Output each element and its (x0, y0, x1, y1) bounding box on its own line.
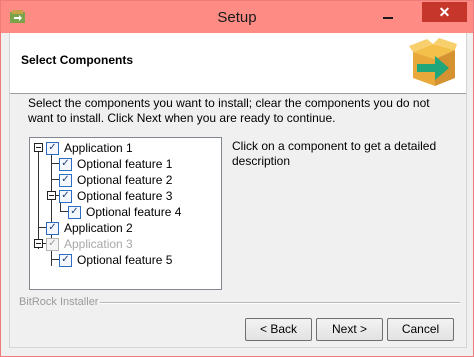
tree-item-optional-feature-3[interactable]: ✓ Optional feature 3 (59, 188, 172, 204)
tree-item-optional-feature-5[interactable]: ✓ Optional feature 5 (59, 252, 172, 268)
tree-item-label: Optional feature 1 (77, 157, 173, 171)
tree-item-label: Optional feature 2 (77, 173, 173, 187)
title-bar[interactable]: Setup ✕ (1, 1, 473, 33)
footer-separator (100, 302, 460, 304)
tree-item-application-2[interactable]: ✓ Application 2 (46, 220, 133, 236)
tree-item-label: Optional feature 3 (77, 189, 173, 203)
tree-item-application-3: ✓ Application 3 (46, 236, 133, 252)
collapse-toggle-icon[interactable] (34, 239, 43, 248)
component-description: Click on a component to get a detailed d… (232, 139, 437, 168)
tree-line (38, 152, 39, 233)
next-button[interactable]: Next > (316, 318, 383, 341)
checkbox-icon[interactable]: ✓ (59, 253, 72, 267)
tree-item-optional-feature-1[interactable]: ✓ Optional feature 1 (59, 156, 172, 172)
tree-line (38, 227, 46, 228)
instructions-text: Select the components you want to instal… (28, 96, 430, 125)
checkbox-icon[interactable]: ✓ (59, 173, 72, 187)
setup-window: Setup ✕ Select Components Select the com… (0, 0, 474, 357)
back-button[interactable]: < Back (245, 318, 312, 341)
tree-item-application-1[interactable]: ✓ Application 1 (46, 140, 133, 156)
checkbox-icon[interactable]: ✓ (46, 221, 59, 235)
wizard-frame: Select Components Select the components … (9, 33, 467, 348)
cancel-button[interactable]: Cancel (387, 318, 454, 341)
checkbox-icon[interactable]: ✓ (68, 205, 81, 219)
tree-item-optional-feature-2[interactable]: ✓ Optional feature 2 (59, 172, 172, 188)
checkbox-icon: ✓ (46, 237, 59, 251)
close-button[interactable]: ✕ (422, 2, 467, 22)
wizard-header: Select Components (10, 33, 466, 94)
page-title: Select Components (21, 53, 134, 67)
tree-item-optional-feature-4[interactable]: ✓ Optional feature 4 (68, 204, 181, 220)
collapse-toggle-icon[interactable] (34, 143, 43, 152)
tree-item-label: Optional feature 4 (86, 205, 182, 219)
checkbox-icon[interactable]: ✓ (46, 141, 59, 155)
checkbox-icon[interactable]: ✓ (59, 189, 72, 203)
tree-item-label: Optional feature 5 (77, 253, 173, 267)
minimize-button[interactable] (376, 1, 402, 33)
package-arrow-icon (409, 38, 457, 86)
tree-item-label: Application 2 (64, 221, 133, 235)
tree-item-label: Application 3 (64, 237, 133, 251)
window-title: Setup (217, 9, 257, 26)
component-tree[interactable]: ✓ Application 1 ✓ Optional feature 1 ✓ O… (29, 137, 222, 290)
checkbox-icon[interactable]: ✓ (59, 157, 72, 171)
collapse-toggle-icon[interactable] (47, 191, 56, 200)
installer-brand-label: BitRock Installer (19, 296, 99, 308)
tree-item-label: Application 1 (64, 141, 133, 155)
